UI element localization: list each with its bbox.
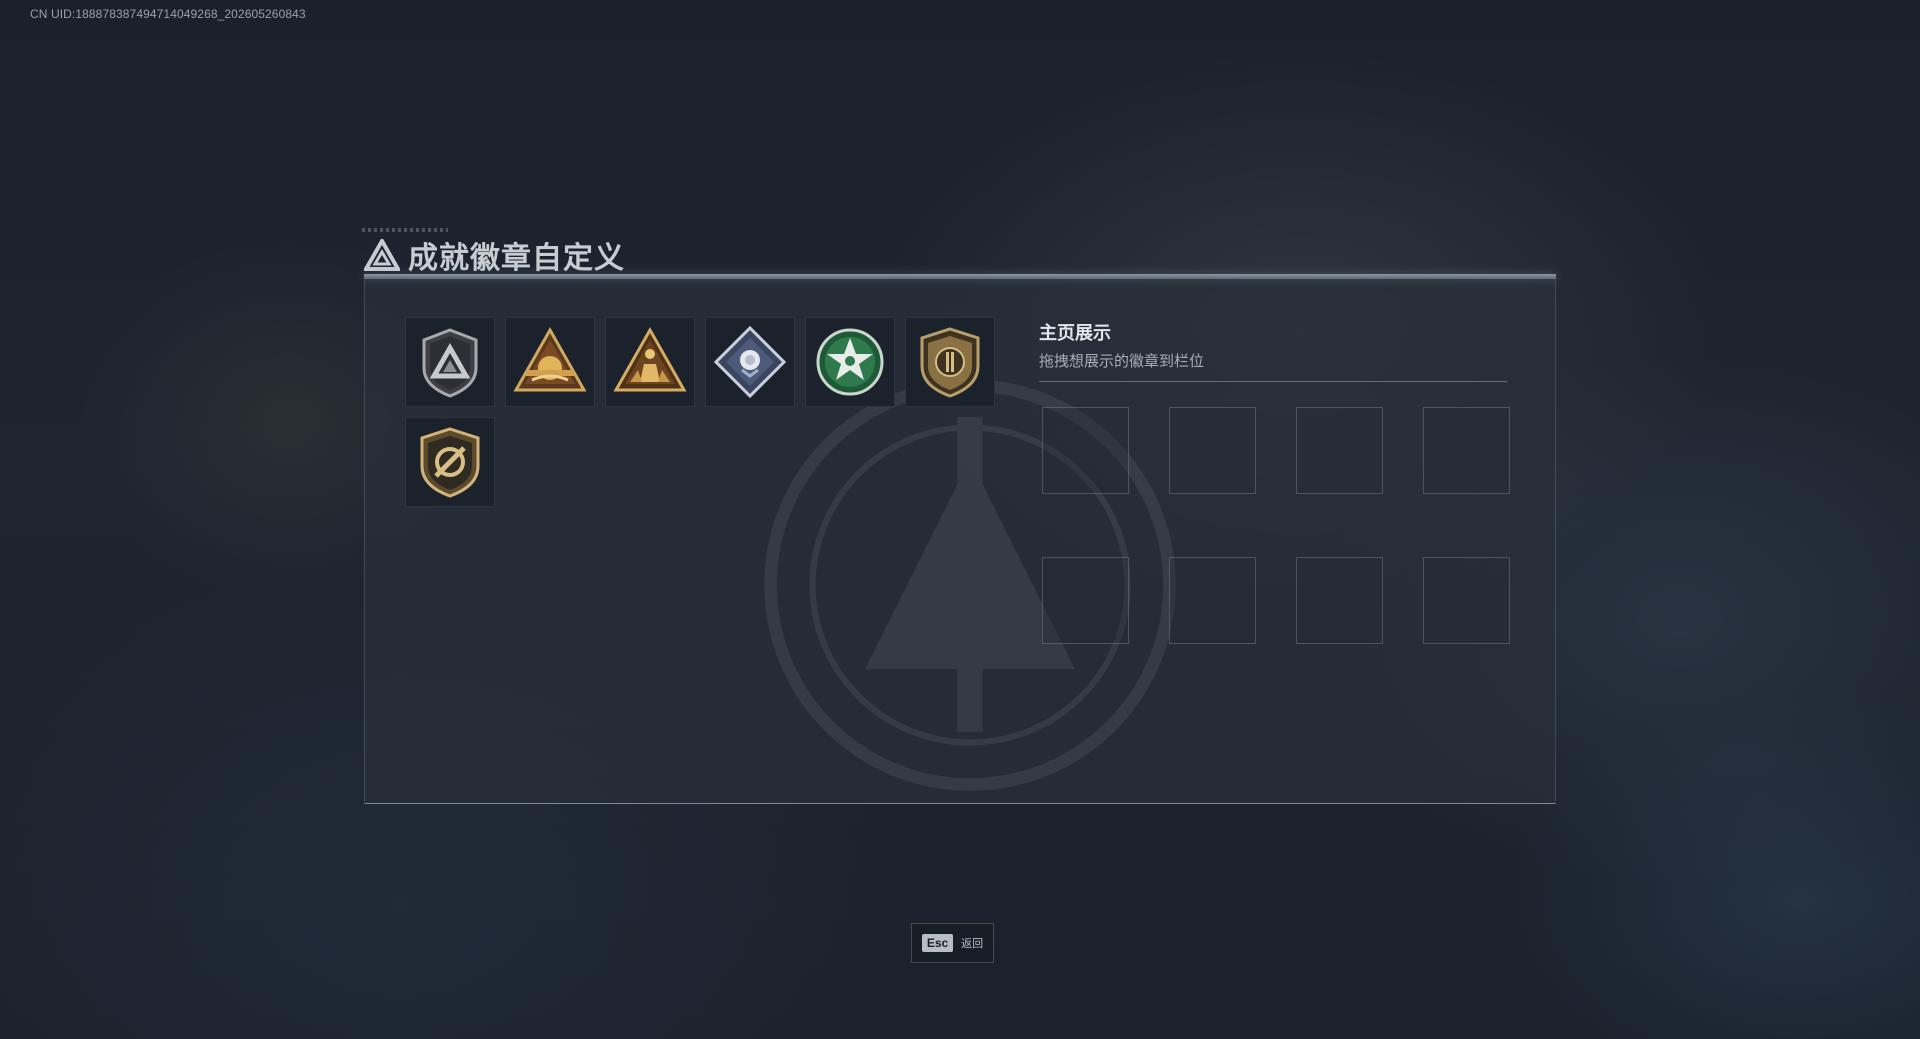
showcase-slot[interactable] — [1296, 407, 1383, 494]
showcase-divider — [1039, 381, 1507, 382]
showcase-slot[interactable] — [1042, 557, 1129, 644]
badge-item[interactable] — [705, 317, 795, 407]
gold-triangle-sunrise-badge-icon — [513, 326, 587, 392]
bronze-shield-crest-badge-icon — [920, 327, 980, 398]
showcase-slot[interactable] — [1042, 407, 1129, 494]
homepage-showcase-header: 主页展示 拖拽想展示的徽章到栏位 — [1039, 319, 1507, 382]
page-title: 成就徽章自定义 — [408, 241, 625, 276]
showcase-subtitle: 拖拽想展示的徽章到栏位 — [1039, 352, 1205, 370]
badge-item[interactable] — [505, 317, 595, 407]
showcase-slot[interactable] — [1423, 557, 1510, 644]
badge-item[interactable] — [405, 317, 495, 407]
green-star-emblem-badge-icon — [816, 328, 884, 396]
gold-triangle-figure-badge-icon — [613, 326, 687, 392]
window-title-bar: 成就徽章自定义 — [364, 233, 625, 277]
esc-key-hint: Esc — [921, 934, 954, 952]
showcase-slot[interactable] — [1169, 557, 1256, 644]
uid-label: CN UID:1888783874947140492​68_2026052608… — [30, 7, 306, 21]
badge-customize-panel: 主页展示 拖拽想展示的徽章到栏位 — [364, 274, 1556, 804]
back-label: 返回 — [961, 937, 984, 950]
showcase-title: 主页展示 — [1039, 323, 1111, 344]
silver-diamond-rose-badge-icon — [713, 325, 787, 399]
badge-item[interactable] — [605, 317, 695, 407]
panel-top-bar — [364, 274, 1556, 279]
badge-item[interactable] — [405, 417, 495, 507]
title-decoration — [362, 228, 448, 232]
showcase-slot-grid — [1042, 407, 1510, 644]
showcase-slot[interactable] — [1296, 557, 1383, 644]
owned-badge-list — [405, 317, 1005, 507]
back-button[interactable]: Esc 返回 — [911, 923, 994, 963]
bronze-shield-target-badge-icon — [420, 427, 480, 498]
badge-item[interactable] — [905, 317, 995, 407]
panel-bottom-line — [365, 803, 1555, 804]
badge-item[interactable] — [805, 317, 895, 407]
grey-triangle-shield-badge-icon — [422, 328, 478, 398]
showcase-slot[interactable] — [1423, 407, 1510, 494]
showcase-slot[interactable] — [1169, 407, 1256, 494]
faction-triangle-logo-icon — [364, 239, 400, 271]
